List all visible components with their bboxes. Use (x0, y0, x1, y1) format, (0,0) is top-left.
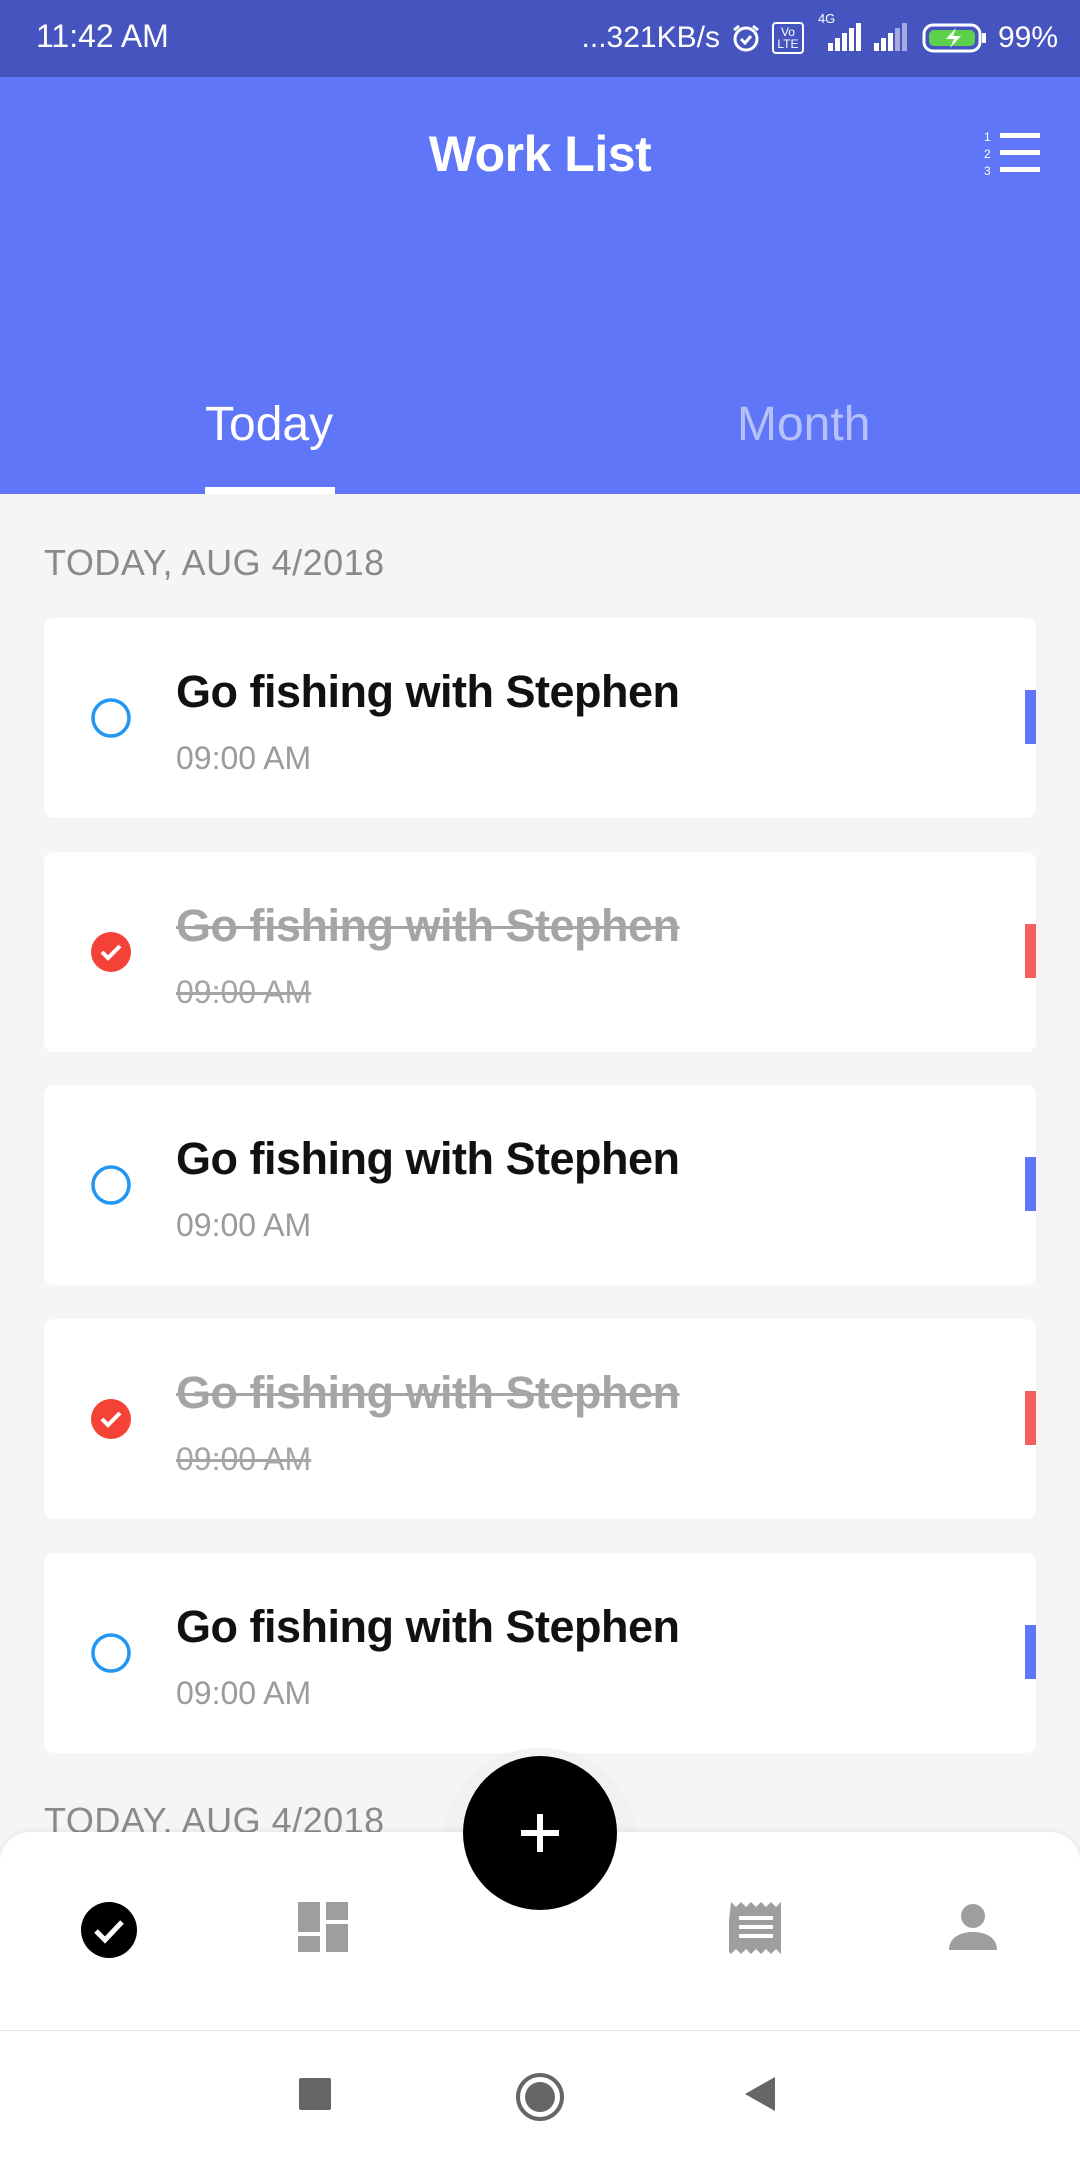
status-bar: 11:42 AM ...321KB/s Vo LTE 4G 99% (0, 0, 1080, 77)
add-icon (521, 1814, 559, 1852)
system-nav-bar (0, 2030, 1080, 2160)
task-title: Go fishing with Stephen (176, 900, 680, 951)
task-title: Go fishing with Stephen (176, 666, 680, 717)
task-time: 09:00 AM (176, 1207, 312, 1243)
task-title: Go fishing with Stephen (176, 1133, 680, 1184)
network-type: 4G (817, 11, 836, 26)
person-icon[interactable] (946, 1900, 1006, 1960)
checked-circle-icon[interactable] (91, 1399, 131, 1439)
battery-charging-icon (922, 22, 988, 54)
tab-month[interactable]: Month (737, 397, 870, 494)
task-time: 09:00 AM (176, 740, 312, 776)
task-title: Go fishing with Stephen (176, 1601, 680, 1652)
sort-numbered-list-icon[interactable]: 1 2 3 (984, 129, 1044, 179)
tab-active-indicator (205, 487, 335, 494)
svg-text:3: 3 (984, 164, 991, 178)
recent-apps-icon[interactable] (298, 2077, 332, 2116)
check-circle-icon[interactable] (79, 1900, 139, 1960)
app-header: Work List 1 2 3 Today Month (0, 77, 1080, 494)
page-title: Work List (428, 126, 652, 182)
volte-icon: Vo LTE (771, 22, 804, 54)
dashboard-icon[interactable] (296, 1900, 356, 1960)
back-icon[interactable] (743, 2075, 777, 2118)
task-priority-bar (1025, 1391, 1036, 1445)
task-card[interactable]: Go fishing with Stephen 09:00 AM (44, 1319, 1036, 1519)
battery-level: 99% (997, 21, 1058, 54)
svg-text:2: 2 (984, 147, 991, 161)
network-speed: ...321KB/s (581, 21, 720, 54)
home-icon[interactable] (515, 2072, 565, 2127)
task-priority-bar (1025, 1157, 1036, 1211)
task-time: 09:00 AM (176, 974, 312, 1010)
task-time: 09:00 AM (176, 1441, 312, 1477)
unchecked-circle-icon[interactable] (91, 1165, 131, 1205)
alarm-icon (730, 22, 762, 54)
task-card[interactable]: Go fishing with Stephen 09:00 AM (44, 1553, 1036, 1753)
signal-icon: 4G (814, 11, 862, 53)
status-icons: ...321KB/s Vo LTE 4G 99% (581, 11, 1058, 60)
task-priority-bar (1025, 1625, 1036, 1679)
checked-circle-icon[interactable] (91, 932, 131, 972)
task-time: 09:00 AM (176, 1675, 312, 1711)
tab-today[interactable]: Today (205, 397, 333, 494)
status-time: 11:42 AM (36, 18, 169, 54)
task-card[interactable]: Go fishing with Stephen 09:00 AM (44, 618, 1036, 818)
task-card[interactable]: Go fishing with Stephen 09:00 AM (44, 1085, 1036, 1285)
unchecked-circle-icon[interactable] (91, 1633, 131, 1673)
add-task-button[interactable] (463, 1756, 617, 1910)
signal-icon (872, 23, 912, 53)
svg-text:1: 1 (984, 130, 991, 144)
receipt-icon[interactable] (726, 1900, 789, 1960)
task-card[interactable]: Go fishing with Stephen 09:00 AM (44, 852, 1036, 1052)
unchecked-circle-icon[interactable] (91, 698, 131, 738)
section-date-header: TODAY, AUG 4/2018 (44, 542, 385, 583)
task-priority-bar (1025, 924, 1036, 978)
task-title: Go fishing with Stephen (176, 1367, 680, 1418)
task-priority-bar (1025, 690, 1036, 744)
